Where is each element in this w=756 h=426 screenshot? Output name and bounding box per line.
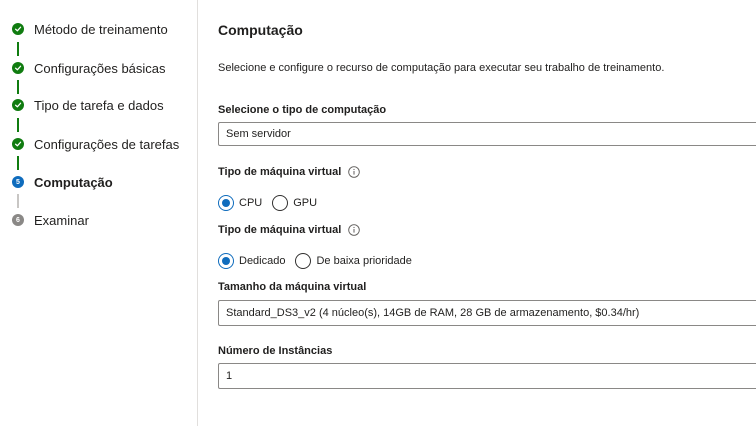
vm-size-label: Tamanho da máquina virtual (218, 281, 366, 293)
vm-type-label: Tipo de máquina virtual (218, 166, 361, 178)
vm-size-label-text: Tamanho da máquina virtual (218, 281, 367, 293)
vm-tier-radio-group: Dedicado De baixa prioridade (218, 253, 422, 269)
step-label: Computação (34, 174, 113, 190)
info-icon[interactable] (348, 224, 361, 236)
step-connector (17, 42, 19, 56)
step-task-settings[interactable]: Configurações de tarefas (0, 132, 197, 156)
radio-selected-icon (218, 253, 234, 269)
step-label: Tipo de tarefa e dados (34, 97, 164, 113)
checkmark-icon (12, 62, 24, 74)
step-training-method[interactable]: Método de treinamento (0, 17, 197, 41)
step-connector (17, 194, 19, 208)
step-label: Examinar (34, 212, 89, 228)
vm-size-dropdown[interactable]: Standard_DS3_v2 (4 núcleo(s), 14GB de RA… (218, 300, 756, 326)
page-title: Computação (218, 22, 303, 38)
info-icon[interactable] (348, 166, 361, 178)
instances-input[interactable]: 1 (218, 363, 756, 389)
compute-type-label-text: Selecione o tipo de computação (218, 104, 387, 116)
radio-unselected-icon (295, 253, 312, 269)
instances-label-text: Número de Instâncias (218, 345, 333, 357)
wizard-steps: Método de treinamento Configurações bási… (0, 0, 197, 426)
vm-type-label-text: Tipo de máquina virtual (218, 166, 342, 178)
vm-type-radio-group: CPU GPU (218, 195, 327, 211)
step-label: Método de treinamento (34, 21, 168, 37)
step-review[interactable]: 6 Examinar (0, 208, 197, 232)
step-connector (17, 118, 19, 132)
radio-label: GPU (293, 197, 318, 209)
radio-dedicated[interactable]: Dedicado (218, 253, 285, 269)
page-description: Selecione e configure o recurso de compu… (218, 62, 665, 74)
radio-label: Dedicado (239, 255, 286, 267)
instances-label: Número de Instâncias (218, 345, 332, 357)
vm-tier-label: Tipo de máquina virtual (218, 224, 361, 236)
step-basic-settings[interactable]: Configurações básicas (0, 56, 197, 80)
step-number-badge: 6 (12, 214, 24, 226)
step-label: Configurações de tarefas (34, 136, 180, 152)
step-compute[interactable]: 5 Computação (0, 170, 197, 194)
radio-gpu[interactable]: GPU (272, 195, 317, 211)
step-connector (17, 156, 19, 170)
step-connector (17, 80, 19, 94)
radio-unselected-icon (272, 195, 289, 211)
radio-label: De baixa prioridade (316, 255, 412, 267)
radio-label: CPU (239, 197, 263, 209)
compute-type-dropdown[interactable]: Sem servidor (218, 122, 756, 146)
radio-cpu[interactable]: CPU (218, 195, 262, 211)
step-task-type-data[interactable]: Tipo de tarefa e dados (0, 93, 197, 117)
checkmark-icon (12, 138, 24, 150)
checkmark-icon (12, 99, 24, 111)
checkmark-icon (12, 23, 24, 35)
radio-selected-icon (218, 195, 234, 211)
step-label: Configurações básicas (34, 60, 166, 76)
vm-tier-label-text: Tipo de máquina virtual (218, 224, 342, 236)
radio-low-priority[interactable]: De baixa prioridade (295, 253, 412, 269)
step-number-badge: 5 (12, 176, 24, 188)
compute-type-label: Selecione o tipo de computação (218, 104, 386, 116)
compute-panel: Computação Selecione e configure o recur… (198, 0, 756, 426)
